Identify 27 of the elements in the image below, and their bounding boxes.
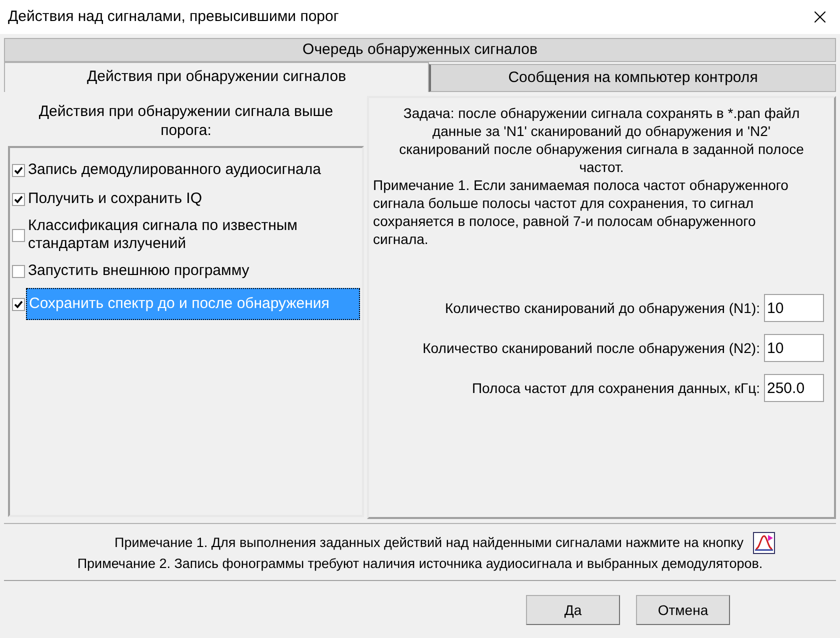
field-label: Количество сканирований после обнаружения (N2): <box>422 338 760 358</box>
tab[interactable]: Сообщения на компьютер контроля <box>429 64 836 92</box>
section-heading: Действия при обнаружении сигнала выше порога: <box>38 102 334 141</box>
input-field[interactable]: 10 <box>764 294 824 322</box>
field-label: Количество сканирований до обнаружения (N1): <box>445 298 760 318</box>
note-text: Примечание 1. Для выполнения заданных действий над найденными сигналами нажмите на кнопку <box>114 534 744 552</box>
list-item[interactable]: Запустить внешнюю программу <box>26 261 360 281</box>
window-title: Действия над сигналами, превысившими порог <box>8 6 339 27</box>
note-text: Примечание 2. Запись фонограммы требуют наличия источника аудиосигнала и выбранных демодуляторов. <box>77 555 763 573</box>
list-item[interactable]: Запись демодулированного аудиосигнала <box>26 160 360 180</box>
field-label: Полоса частот для сохранения данных, кГц: <box>472 378 760 398</box>
note-text: Примечание 1. Если занимаемая полоса частот обнаруженного сигнала больше полосы частот для сохранения, то сигнал сохраняется в полосе, равной 7-и полосам обнаруженного сигнала. <box>373 176 790 248</box>
list-item[interactable]: Получить и сохранить IQ <box>26 189 360 209</box>
task-description: Задача: после обнаружении сигнала сохранять в *.pan файл данные за 'N1' сканирований до обнаружения и 'N2' сканирований после обнаружения сигнала в заданной полосе частот. <box>398 104 805 176</box>
input-field[interactable]: 250.0 <box>764 374 824 402</box>
checkbox[interactable] <box>12 192 25 206</box>
checkbox[interactable] <box>12 164 25 176</box>
dialog-button[interactable]: Да <box>526 595 620 626</box>
dialog-button[interactable]: Отмена <box>636 595 730 626</box>
checkbox[interactable] <box>12 228 25 242</box>
list-item[interactable]: Классификация сигнала по известным стандартам излучений <box>26 216 360 254</box>
input-field[interactable]: 10 <box>764 334 824 362</box>
tab[interactable]: Очередь обнаруженных сигналов <box>4 38 836 62</box>
tab[interactable]: Действия при обнаружении сигналов <box>4 62 429 92</box>
spectrum-icon <box>753 532 776 554</box>
checkbox[interactable] <box>12 298 25 310</box>
checkbox[interactable] <box>12 264 25 278</box>
